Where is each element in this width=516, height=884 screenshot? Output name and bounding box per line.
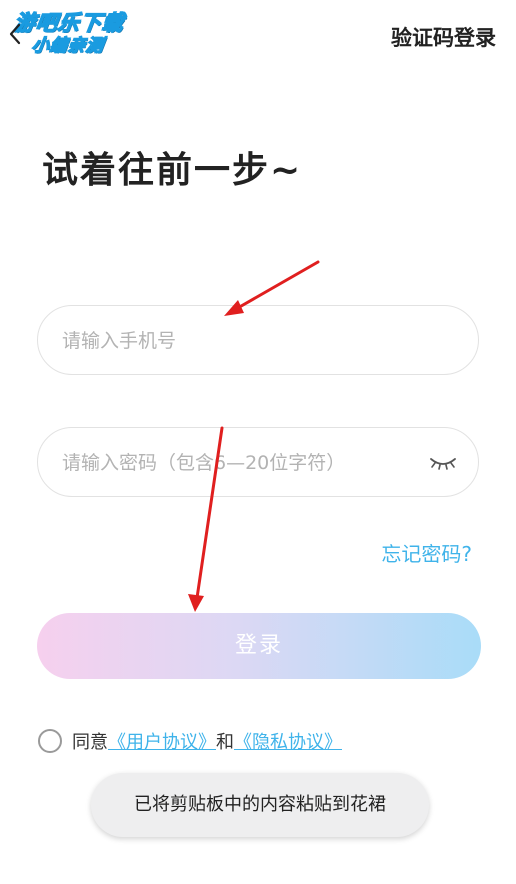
watermark-logo: 游吧乐下载 小编亲测 <box>12 10 144 66</box>
agreement-radio[interactable] <box>38 729 62 753</box>
user-agreement-link[interactable]: 《用户协议》 <box>108 728 216 754</box>
password-field[interactable] <box>37 427 479 498</box>
privacy-policy-link[interactable]: 《隐私协议》 <box>234 728 342 754</box>
forgot-password-link[interactable]: 忘记密码? <box>381 538 472 567</box>
page-title: 试着往前一步~ <box>42 150 303 191</box>
clipboard-toast: 已将剪贴板中的内容粘贴到花裙 <box>91 773 429 837</box>
chevron-left-icon <box>9 23 21 45</box>
eye-closed-icon[interactable] <box>428 450 458 474</box>
phone-input[interactable] <box>60 306 424 376</box>
login-button[interactable]: 登录 <box>37 613 481 679</box>
password-input[interactable] <box>60 428 424 498</box>
watermark-line-1: 游吧乐下载 <box>12 10 127 35</box>
watermark-line-2: 小编亲测 <box>30 35 106 56</box>
phone-field[interactable] <box>37 305 479 376</box>
agreement-row: 同意 《用户协议》 和 《隐私协议》 <box>38 726 342 756</box>
agreement-conjunction: 和 <box>216 732 234 753</box>
sms-login-link[interactable]: 验证码登录 <box>391 22 496 52</box>
back-button[interactable] <box>4 18 26 50</box>
agreement-prefix: 同意 <box>72 732 108 753</box>
